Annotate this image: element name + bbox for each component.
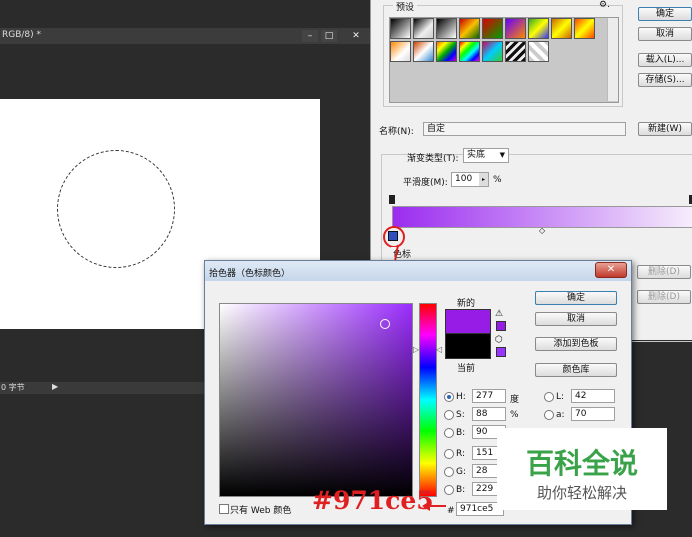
web-only-label: 只有 Web 颜色 (230, 506, 292, 516)
hue-slider-right-icon[interactable]: ◁ (436, 345, 442, 354)
b-radio[interactable] (444, 428, 454, 438)
preset-swatch[interactable] (413, 18, 434, 39)
picker-title-bar[interactable]: 拾色器（色标颜色） ✕ (205, 261, 631, 281)
status-menu-arrow-icon[interactable]: ▶ (52, 382, 58, 391)
s-unit: % (510, 410, 519, 420)
opacity-stop-left[interactable] (389, 195, 395, 204)
midpoint-diamond-icon[interactable]: ◇ (539, 226, 545, 235)
preset-swatch[interactable] (551, 18, 572, 39)
ok-button[interactable]: 确定 (638, 7, 692, 21)
preset-swatch[interactable] (482, 41, 503, 62)
smoothness-percent: % (493, 175, 502, 185)
document-tab[interactable]: RGB/8) * – □ ✕ (0, 28, 370, 44)
new-button[interactable]: 新建(W) (638, 122, 692, 136)
a-label: a: (556, 410, 565, 420)
web-safe-swatch[interactable] (496, 347, 506, 357)
delete-opacity-button[interactable]: 删除(D) (637, 265, 691, 279)
preset-swatch[interactable] (413, 41, 434, 62)
warning-icon[interactable]: ⚠ (495, 309, 503, 319)
s-radio[interactable] (444, 410, 454, 420)
smoothness-value: 100 (455, 174, 473, 184)
smoothness-field[interactable]: 100 ▸ (451, 172, 489, 187)
l-radio[interactable] (544, 392, 554, 402)
name-label: 名称(N): (379, 127, 414, 137)
r-label: R: (456, 449, 466, 459)
document-size: 0 字节 (1, 383, 25, 392)
gamut-swatch[interactable] (496, 321, 506, 331)
preset-swatch[interactable] (390, 18, 411, 39)
blue-radio[interactable] (444, 485, 454, 495)
preset-swatch[interactable] (574, 18, 595, 39)
preset-swatch[interactable] (459, 41, 480, 62)
close-icon[interactable]: ✕ (595, 262, 627, 278)
hue-slider[interactable] (419, 303, 437, 497)
color-field-cursor[interactable] (380, 319, 390, 329)
presets-label: 预设 (393, 0, 418, 13)
gear-icon[interactable]: ⚙. (599, 0, 610, 10)
preset-swatch[interactable] (436, 41, 457, 62)
picker-ok-button[interactable]: 确定 (535, 291, 617, 305)
web-only-checkbox[interactable] (219, 504, 229, 514)
g-radio[interactable] (444, 467, 454, 477)
preset-list[interactable] (389, 17, 619, 103)
save-button[interactable]: 存储(S)... (638, 73, 692, 87)
hex-annotation: #971ce5 (312, 486, 434, 515)
saturation-brightness-field[interactable] (219, 303, 413, 497)
new-color-swatch (445, 309, 491, 334)
preset-swatch[interactable] (390, 41, 411, 62)
close-icon[interactable]: ✕ (348, 30, 364, 42)
smoothness-label: 平滑度(M): (403, 178, 448, 188)
h-label: H: (456, 392, 466, 402)
web-cube-icon[interactable]: ⬡ (495, 335, 503, 345)
annotation-arrow-left (422, 501, 446, 511)
preset-swatch[interactable] (528, 41, 549, 62)
preset-swatch[interactable] (436, 18, 457, 39)
h-radio[interactable] (444, 392, 454, 402)
h-field[interactable]: 277 (472, 389, 506, 403)
gradient-type-select[interactable]: 实底 ▼ (463, 148, 509, 163)
cancel-button[interactable]: 取消 (638, 27, 692, 41)
watermark-title: 百科全说 (525, 447, 638, 480)
restore-icon[interactable]: □ (321, 30, 337, 42)
b-label: B: (456, 428, 466, 438)
r-radio[interactable] (444, 449, 454, 459)
current-color-label: 当前 (457, 364, 476, 374)
preset-swatch[interactable] (528, 18, 549, 39)
stepper-arrow-icon[interactable]: ▸ (479, 173, 488, 186)
a-field[interactable]: 70 (571, 407, 615, 421)
chevron-down-icon: ▼ (499, 151, 505, 159)
h-unit: 度 (510, 395, 520, 405)
watermark-subtitle: 助你轻松解决 (536, 484, 627, 502)
elliptical-selection (57, 150, 175, 268)
g-label: G: (456, 467, 467, 477)
document-title: RGB/8) * (2, 30, 42, 40)
gradient-type-label: 渐变类型(T): (407, 154, 459, 164)
l-label: L: (556, 392, 565, 402)
color-libraries-button[interactable]: 颜色库 (535, 363, 617, 377)
preset-swatch[interactable] (505, 18, 526, 39)
s-field[interactable]: 88 (472, 407, 506, 421)
preset-swatch[interactable] (482, 18, 503, 39)
watermark-logo: 百科全说 助你轻松解决 (497, 428, 667, 510)
picker-title: 拾色器（色标颜色） (209, 269, 291, 279)
delete-color-button[interactable]: 删除(D) (637, 290, 691, 304)
add-to-swatches-button[interactable]: 添加到色板 (535, 337, 617, 351)
gradient-type-value: 实底 (467, 150, 486, 160)
preset-swatch[interactable] (505, 41, 526, 62)
a-radio[interactable] (544, 410, 554, 420)
load-button[interactable]: 载入(L)... (638, 53, 692, 67)
name-field[interactable]: 自定 (423, 122, 626, 136)
l-field[interactable]: 42 (571, 389, 615, 403)
minimize-icon[interactable]: – (302, 30, 318, 42)
blue-label: B: (456, 485, 466, 495)
gradient-preview-bar[interactable] (392, 206, 692, 228)
preset-swatch[interactable] (459, 18, 480, 39)
current-color-swatch[interactable] (445, 333, 491, 359)
hex-label: # (447, 506, 455, 516)
picker-cancel-button[interactable]: 取消 (535, 312, 617, 326)
new-color-label: 新的 (457, 299, 476, 309)
preset-scrollbar[interactable] (607, 18, 618, 101)
s-label: S: (456, 410, 465, 420)
